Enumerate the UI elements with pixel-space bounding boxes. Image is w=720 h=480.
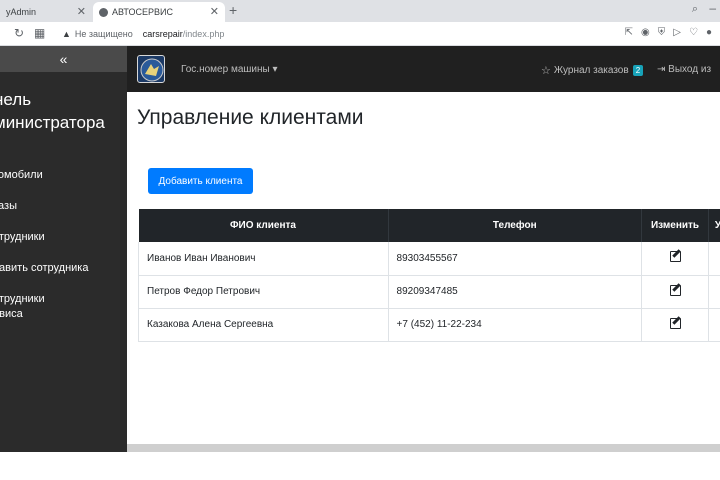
brand-logo[interactable] bbox=[137, 55, 165, 83]
client-name: Петров Федор Петрович bbox=[138, 275, 389, 309]
browser-tab[interactable]: yAdmin ✕ bbox=[0, 2, 92, 22]
horizontal-scrollbar[interactable] bbox=[127, 444, 720, 452]
camera-icon[interactable]: ◉ bbox=[641, 27, 650, 38]
address-bar-icons: ⇱ ◉ ⛨ ▷ ♡ ● bbox=[625, 27, 712, 38]
edit-cell bbox=[641, 308, 709, 342]
tab-title: АВТОСЕРВИС bbox=[112, 7, 173, 17]
address-bar: ↻ ▦ ▲ Не защищено carsrepair /index.php … bbox=[0, 22, 720, 46]
client-name: Казакова Алена Сергеевна bbox=[138, 308, 389, 342]
page-title: Управление клиентами bbox=[137, 106, 364, 129]
page-bottom-area bbox=[0, 452, 720, 480]
sign-out-icon: ⇥ bbox=[657, 64, 666, 75]
sidebar-item-cars[interactable]: томобили bbox=[0, 168, 127, 183]
share-icon[interactable]: ⇱ bbox=[625, 27, 633, 38]
top-navbar: Гос.номер машины ▾ ☆ Журнал заказов 2 ⇥ … bbox=[127, 46, 720, 92]
sidebar-collapse-button[interactable]: « bbox=[0, 46, 127, 72]
warning-icon: ▲ bbox=[62, 29, 71, 39]
url-path: /index.php bbox=[182, 29, 225, 39]
new-tab-icon[interactable]: + bbox=[229, 2, 237, 18]
client-name: Иванов Иван Иванович bbox=[138, 242, 389, 276]
orders-journal-link[interactable]: ☆ Журнал заказов 2 bbox=[541, 64, 644, 77]
delete-cell[interactable] bbox=[708, 242, 720, 276]
edit-icon[interactable] bbox=[669, 284, 681, 296]
client-phone: 89303455567 bbox=[388, 242, 643, 276]
orders-label: Журнал заказов bbox=[553, 65, 629, 76]
search-tabs-icon[interactable]: ⌕ bbox=[692, 3, 698, 16]
close-tab-icon[interactable]: ✕ bbox=[210, 5, 219, 18]
globe-icon bbox=[99, 7, 108, 17]
star-icon: ☆ bbox=[541, 65, 551, 77]
close-tab-icon[interactable]: ✕ bbox=[77, 5, 86, 18]
main-content: Управление клиентами Добавить клиента ФИ… bbox=[127, 92, 720, 452]
column-header-edit: Изменить bbox=[641, 209, 709, 242]
play-icon[interactable]: ▷ bbox=[673, 27, 681, 38]
add-client-button[interactable]: Добавить клиента bbox=[148, 168, 253, 194]
profile-icon[interactable]: ● bbox=[706, 27, 712, 38]
browser-tab-bar: yAdmin ✕ АВТОСЕРВИС ✕ + ⌕ – bbox=[0, 0, 720, 22]
delete-cell[interactable] bbox=[708, 275, 720, 309]
sidebar-item-add-employee[interactable]: бавить сотрудника bbox=[0, 261, 127, 276]
logout-label: Выход из bbox=[668, 64, 712, 75]
client-phone: 89209347485 bbox=[388, 275, 643, 309]
sidebar-item-orders[interactable]: казы bbox=[0, 199, 127, 214]
sidebar-item-employees[interactable]: отрудники bbox=[0, 230, 127, 245]
table-row: Казакова Алена Сергеевна +7 (452) 11-22-… bbox=[138, 308, 720, 342]
client-phone: +7 (452) 11-22-234 bbox=[388, 308, 643, 342]
browser-tab-active[interactable]: АВТОСЕРВИС ✕ bbox=[93, 2, 225, 22]
sidebar: « нель министратора томобили казы отрудн… bbox=[0, 46, 127, 452]
edit-cell bbox=[641, 275, 709, 309]
logout-link[interactable]: ⇥ Выход из bbox=[657, 64, 711, 75]
table-row: Петров Федор Петрович 89209347485 bbox=[138, 275, 720, 309]
url-field[interactable]: ▲ Не защищено carsrepair /index.php bbox=[62, 25, 602, 43]
minimize-icon[interactable]: – bbox=[709, 1, 716, 15]
sidebar-item-service-employees[interactable]: отрудники рвиса bbox=[0, 292, 127, 322]
sidebar-menu: томобили казы отрудники бавить сотрудник… bbox=[0, 168, 127, 338]
delete-cell[interactable] bbox=[708, 308, 720, 342]
url-host: carsrepair bbox=[142, 29, 183, 39]
edit-cell bbox=[641, 242, 709, 276]
edit-icon[interactable] bbox=[669, 317, 681, 329]
column-header-phone: Телефон bbox=[388, 209, 643, 242]
table-row: Иванов Иван Иванович 89303455567 bbox=[138, 242, 720, 276]
edit-icon[interactable] bbox=[669, 251, 681, 263]
plate-number-dropdown[interactable]: Гос.номер машины ▾ bbox=[181, 64, 278, 75]
heart-icon[interactable]: ♡ bbox=[689, 27, 698, 38]
reload-icon[interactable]: ↻ bbox=[14, 26, 24, 40]
sidebar-title: нель министратора bbox=[0, 90, 105, 132]
table-header-row: ФИО клиента Телефон Изменить У bbox=[138, 209, 720, 242]
apps-grid-icon[interactable]: ▦ bbox=[34, 26, 45, 40]
security-label: Не защищено bbox=[74, 29, 133, 39]
orders-count-badge: 2 bbox=[632, 65, 644, 76]
shield-icon[interactable]: ⛨ bbox=[658, 27, 666, 38]
tab-title: yAdmin bbox=[6, 7, 37, 17]
clients-table: ФИО клиента Телефон Изменить У Иванов Ив… bbox=[138, 209, 720, 342]
double-chevron-left-icon: « bbox=[59, 51, 68, 67]
column-header-delete: У bbox=[708, 209, 720, 242]
column-header-name: ФИО клиента bbox=[138, 209, 389, 242]
